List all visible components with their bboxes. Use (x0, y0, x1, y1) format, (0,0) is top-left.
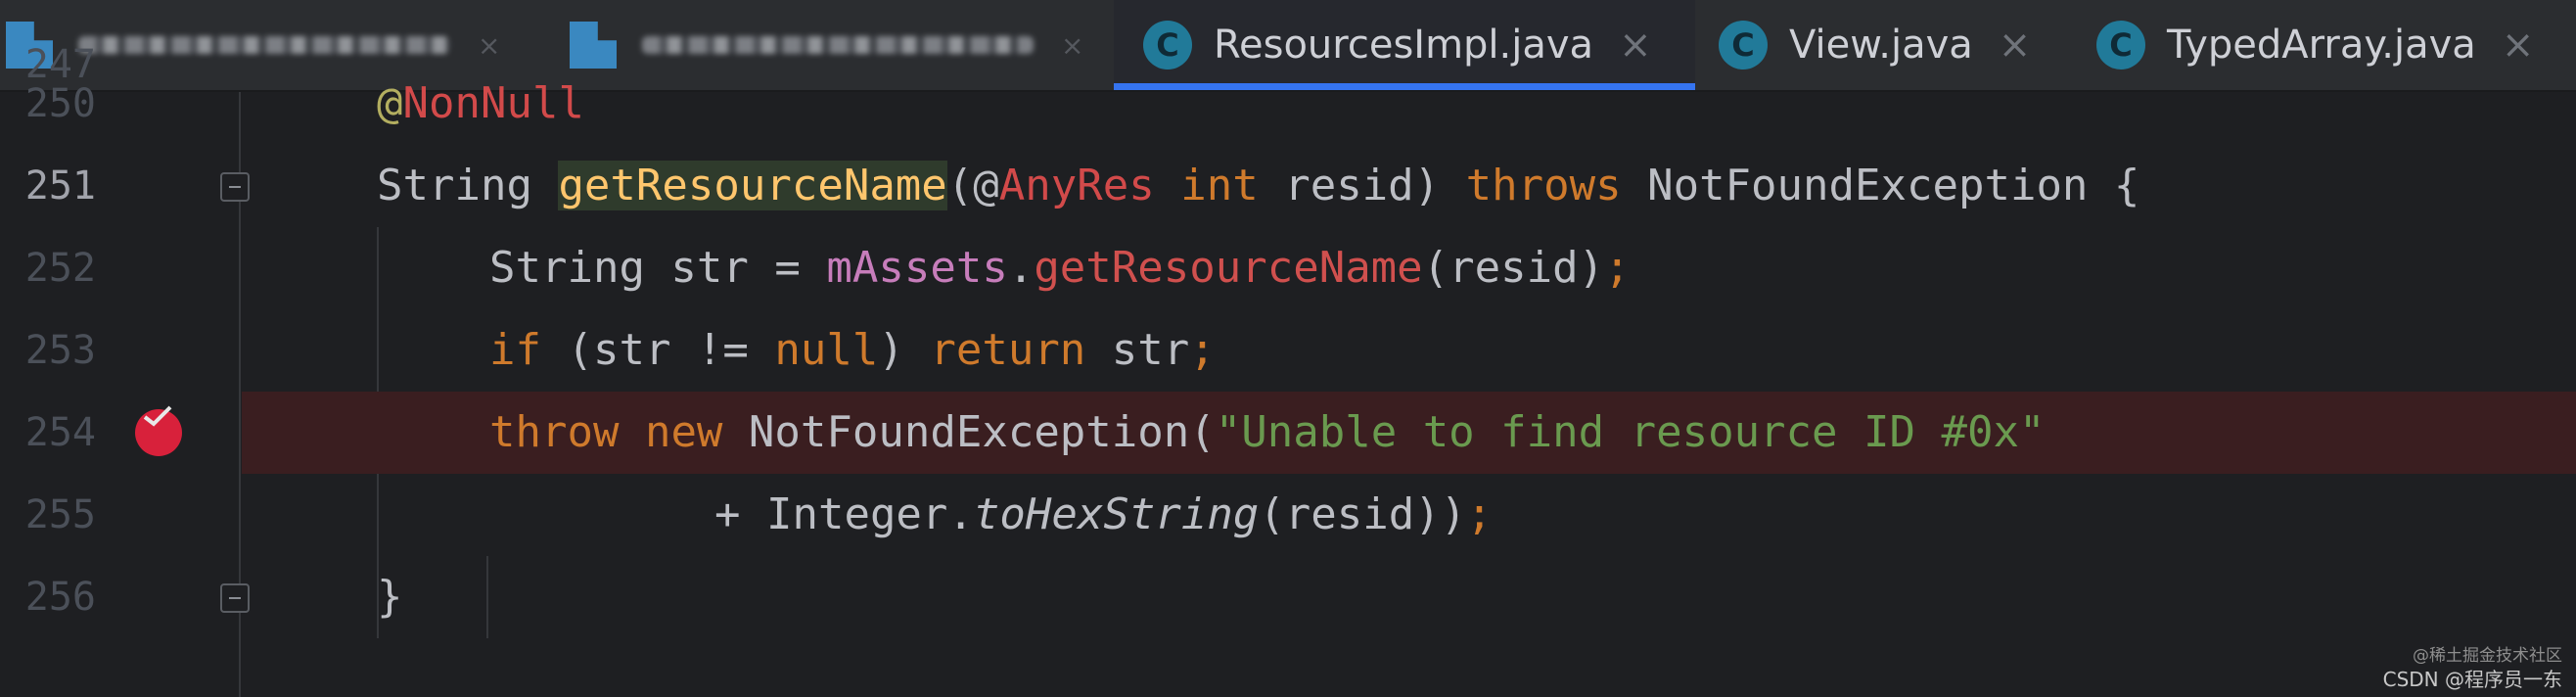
code-line[interactable]: 252 String str = mAssets.getResourceName… (0, 227, 2576, 309)
code-line[interactable]: 251 String getResourceName(@AnyRes int r… (0, 145, 2576, 227)
line-number: 254 (24, 410, 96, 455)
line-number: 250 (24, 81, 96, 126)
code-editor[interactable]: 247 250 @NonNull 251 String getResourceN… (0, 42, 2576, 697)
line-number: 251 (24, 163, 96, 209)
line-number: 252 (24, 246, 96, 291)
watermark-line-2: CSDN @程序员一东 (2382, 668, 2562, 691)
code-text: String str = mAssets.getResourceName(res… (489, 243, 1631, 293)
breakpoint-verified-check-icon (143, 405, 172, 427)
code-text: @NonNull (377, 78, 584, 128)
line-number: 256 (24, 575, 96, 620)
code-text: if (str != null) return str; (489, 325, 1216, 375)
code-text: } (377, 572, 403, 622)
code-line[interactable]: 254 throw new NotFoundException("Unable … (0, 392, 2576, 474)
line-number: 253 (24, 328, 96, 373)
fold-end-icon[interactable] (220, 583, 250, 613)
code-line[interactable]: 250 @NonNull (0, 63, 2576, 145)
code-text: + Integer.toHexString(resid)); (714, 489, 1493, 539)
watermark: @稀土掘金技术社区 CSDN @程序员一东 (2383, 644, 2562, 691)
code-line[interactable]: 255 + Integer.toHexString(resid)); (0, 474, 2576, 556)
fold-collapse-icon[interactable] (220, 172, 250, 202)
code-text: throw new NotFoundException("Unable to f… (489, 407, 2046, 457)
code-text: String getResourceName(@AnyRes int resid… (377, 161, 2140, 210)
code-line[interactable]: 256 } (0, 556, 2576, 638)
line-number: 255 (24, 492, 96, 537)
watermark-line-1: @稀土掘金技术社区 (2413, 646, 2562, 666)
code-line[interactable]: 253 if (str != null) return str; (0, 309, 2576, 392)
